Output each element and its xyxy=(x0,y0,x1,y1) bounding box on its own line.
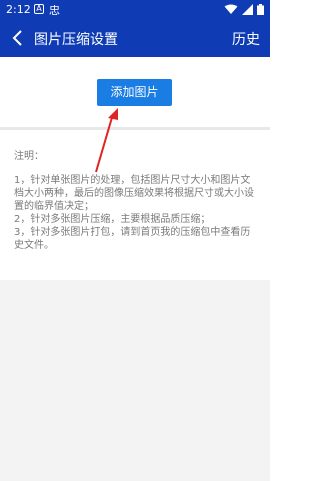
add-image-button[interactable]: 添加图片 xyxy=(97,79,172,106)
notification-a-icon: A xyxy=(34,4,44,14)
note-item: 2，针对多张图片压缩，主要根据品质压缩； xyxy=(14,214,211,225)
status-time: 2:12 xyxy=(6,3,31,16)
page-title: 图片压缩设置 xyxy=(34,32,118,48)
status-bar: 2:12 A 忠 xyxy=(0,0,270,19)
wifi-icon xyxy=(224,4,238,14)
history-button[interactable]: 历史 xyxy=(232,29,260,49)
back-chevron-icon[interactable] xyxy=(10,28,26,48)
signal-icon xyxy=(242,4,253,15)
empty-area xyxy=(0,280,270,481)
battery-icon xyxy=(257,4,264,15)
app-bar: 图片压缩设置 历史 xyxy=(0,19,270,57)
notes-title: 注明： xyxy=(14,151,44,162)
notes-list: 1，针对单张图片的处理，包括图片尺寸大小和图片文档大小两种，最后的图像压缩效果将… xyxy=(14,174,260,252)
notification-b-icon: 忠 xyxy=(49,4,60,17)
system-icons xyxy=(224,4,264,15)
note-item: 3，针对多张图片打包，请到首页我的压缩包中查看历史文件。 xyxy=(14,227,251,251)
add-image-section: 添加图片 xyxy=(0,57,270,127)
note-item: 1，针对单张图片的处理，包括图片尺寸大小和图片文档大小两种，最后的图像压缩效果将… xyxy=(14,175,254,212)
notes-section: 注明： 1，针对单张图片的处理，包括图片尺寸大小和图片文档大小两种，最后的图像压… xyxy=(0,130,270,280)
